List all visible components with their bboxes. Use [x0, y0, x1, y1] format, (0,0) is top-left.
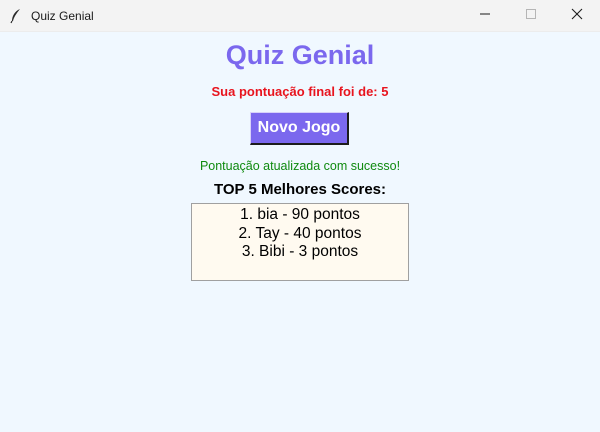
app-title: Quiz Genial: [225, 40, 375, 70]
minimize-button[interactable]: [462, 0, 508, 32]
list-item[interactable]: 3. Bibi - 3 pontos: [192, 243, 408, 262]
list-item[interactable]: 1. bia - 90 pontos: [192, 206, 408, 225]
status-message: Pontuação atualizada com sucesso!: [199, 159, 401, 173]
minimize-icon: [479, 7, 491, 25]
new-game-button[interactable]: Novo Jogo: [250, 112, 349, 145]
maximize-button[interactable]: [508, 0, 554, 32]
close-icon: [571, 7, 583, 25]
maximize-icon: [525, 7, 537, 25]
window-title: Quiz Genial: [31, 9, 94, 23]
list-item[interactable]: 2. Tay - 40 pontos: [192, 225, 408, 244]
feather-icon: [9, 8, 23, 24]
window-titlebar[interactable]: Quiz Genial: [0, 0, 600, 32]
top-scores-list[interactable]: 1. bia - 90 pontos 2. Tay - 40 pontos 3.…: [191, 203, 409, 281]
top-scores-heading: TOP 5 Melhores Scores:: [213, 181, 387, 198]
final-score-label: Sua pontuação final foi de: 5: [211, 84, 389, 99]
app-content: Quiz Genial Sua pontuação final foi de: …: [0, 32, 600, 432]
close-button[interactable]: [554, 0, 600, 32]
